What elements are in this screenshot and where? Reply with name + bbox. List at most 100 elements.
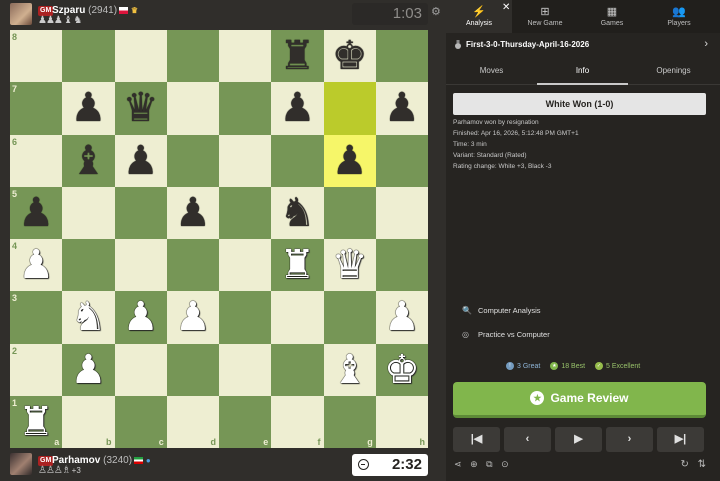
black-rook-f8[interactable]: ♜ (271, 30, 323, 82)
play-button[interactable]: ▶ (555, 427, 602, 452)
white-pawn-d3[interactable]: ♟ (167, 291, 219, 343)
square-e8[interactable] (219, 30, 272, 83)
subtab-moves[interactable]: Moves (446, 66, 537, 75)
square-f2[interactable] (271, 343, 324, 396)
white-queen-g4[interactable]: ♛ (324, 239, 376, 291)
chess-board[interactable]: 8 7 6 5 4 3 2 1 a b c d e f g h ♜ ♚ ♟ ♛ ♟ ♟ ♝ ♟ ♟ ♟ ♟ ♞ ♟ ♜ ♛ ♞ ♟ ♟ ♟ ♟ ♝ ♚ ♜ (10, 30, 428, 448)
square-g3[interactable] (323, 291, 376, 344)
square-b1[interactable]: b (62, 395, 115, 448)
iran-flag-icon (134, 456, 144, 464)
square-b4[interactable] (62, 239, 115, 292)
white-pawn-a4[interactable]: ♟ (10, 239, 62, 291)
square-d8[interactable] (166, 30, 219, 83)
square-c5[interactable] (114, 186, 167, 239)
square-d1[interactable]: d (166, 395, 219, 448)
square-e2[interactable] (219, 343, 272, 396)
black-pawn-b7[interactable]: ♟ (62, 82, 114, 134)
square-c1[interactable]: c (114, 395, 167, 448)
game-review-button[interactable]: ★ Game Review (453, 382, 706, 418)
white-rook-f4[interactable]: ♜ (271, 239, 323, 291)
practice-vs-computer-link[interactable]: ◎ Practice vs Computer (462, 330, 550, 339)
square-c8[interactable] (114, 30, 167, 83)
square-e3[interactable] (219, 291, 272, 344)
square-d2[interactable] (166, 343, 219, 396)
square-b5[interactable] (62, 186, 115, 239)
square-a7[interactable]: 7 (10, 82, 63, 135)
square-f1[interactable]: f (271, 395, 324, 448)
tab-players[interactable]: 👥 Players (646, 0, 712, 33)
square-h1[interactable]: h (375, 395, 428, 448)
game-title[interactable]: First-3-0-Thursday-April-16-2026 (454, 40, 589, 50)
black-pawn-f7[interactable]: ♟ (271, 82, 323, 134)
black-knight-f5[interactable]: ♞ (271, 187, 323, 239)
flip-board-icon[interactable]: ⧉ (486, 459, 492, 470)
square-d6[interactable] (166, 134, 219, 187)
bottom-right-tools: ↻ ⇅ (680, 459, 706, 470)
top-player-avatar[interactable] (10, 3, 32, 25)
subtab-info[interactable]: Info (537, 66, 628, 75)
info-line-rating-change: Rating change: White +3, Black -3 (453, 163, 552, 170)
next-move-button[interactable]: › (606, 427, 653, 452)
refresh-icon[interactable]: ↻ (680, 459, 688, 470)
square-e1[interactable]: e (219, 395, 272, 448)
white-rook-a1[interactable]: ♜ (10, 396, 62, 448)
square-a8[interactable]: 8 (10, 30, 63, 83)
square-h5[interactable] (375, 186, 428, 239)
black-queen-c7[interactable]: ♛ (115, 82, 167, 134)
square-e5[interactable] (219, 186, 272, 239)
square-c4[interactable] (114, 239, 167, 292)
square-h8[interactable] (375, 30, 428, 83)
close-icon[interactable]: ✕ (502, 2, 510, 13)
square-f3[interactable] (271, 291, 324, 344)
black-pawn-g6[interactable]: ♟ (324, 135, 376, 187)
square-a6[interactable]: 6 (10, 134, 63, 187)
square-e7[interactable] (219, 82, 272, 135)
black-pawn-h7[interactable]: ♟ (376, 82, 428, 134)
add-board-icon[interactable]: ⊕ (470, 459, 478, 470)
square-a3[interactable]: 3 (10, 291, 63, 344)
white-bishop-g2[interactable]: ♝ (324, 344, 376, 396)
move-quality-summary: ! 3 Great ★ 18 Best ✓ 5 Excellent (506, 362, 648, 370)
square-f6[interactable] (271, 134, 324, 187)
white-king-h2[interactable]: ♚ (376, 344, 428, 396)
flip-icon[interactable]: ⇅ (698, 459, 706, 470)
white-pawn-h3[interactable]: ♟ (376, 291, 428, 343)
black-pawn-c6[interactable]: ♟ (115, 135, 167, 187)
chevron-right-icon[interactable]: › (704, 38, 708, 50)
tab-new-game[interactable]: ⊞ New Game (512, 0, 578, 33)
square-e4[interactable] (219, 239, 272, 292)
zoom-icon[interactable]: ⊙ (501, 459, 509, 470)
computer-analysis-link[interactable]: 🔍 Computer Analysis (462, 306, 541, 315)
square-h6[interactable] (375, 134, 428, 187)
black-pawn-d5[interactable]: ♟ (167, 187, 219, 239)
square-b8[interactable] (62, 30, 115, 83)
square-d4[interactable] (166, 239, 219, 292)
first-move-button[interactable]: |◀ (453, 427, 500, 452)
skip-forward-icon: ▶| (674, 433, 687, 445)
settings-gear-icon[interactable]: ⚙ (431, 5, 441, 18)
bottom-player-avatar[interactable] (10, 453, 32, 475)
medal-icon (454, 40, 462, 50)
square-c2[interactable] (114, 343, 167, 396)
white-pawn-c3[interactable]: ♟ (115, 291, 167, 343)
square-g7[interactable] (323, 82, 376, 135)
plus-square-icon: ⊞ (540, 6, 550, 18)
black-pawn-a5[interactable]: ♟ (10, 187, 62, 239)
black-king-g8[interactable]: ♚ (324, 30, 376, 82)
square-g1[interactable]: g (323, 395, 376, 448)
white-knight-b3[interactable]: ♞ (62, 291, 114, 343)
subtab-openings[interactable]: Openings (628, 66, 719, 75)
black-bishop-b6[interactable]: ♝ (62, 135, 114, 187)
magnifier-icon: 🔍 (462, 306, 472, 315)
square-g5[interactable] (323, 186, 376, 239)
square-a2[interactable]: 2 (10, 343, 63, 396)
previous-move-button[interactable]: ‹ (504, 427, 551, 452)
white-pawn-b2[interactable]: ♟ (62, 344, 114, 396)
square-h4[interactable] (375, 239, 428, 292)
file-label: h (419, 437, 426, 447)
tab-games[interactable]: ▦ Games (579, 0, 645, 33)
last-move-button[interactable]: ▶| (657, 427, 704, 452)
square-d7[interactable] (166, 82, 219, 135)
share-icon[interactable]: ⋖ (454, 459, 462, 470)
square-e6[interactable] (219, 134, 272, 187)
